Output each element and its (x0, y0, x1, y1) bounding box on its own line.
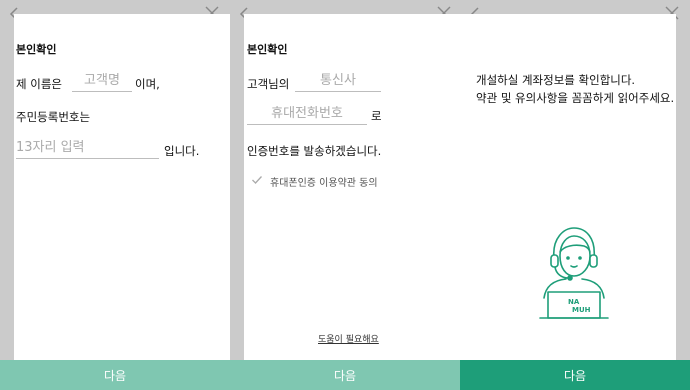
name-prefix-text: 제 이름은 (16, 77, 62, 91)
laptop-logo-bottom: MUH (572, 306, 591, 314)
page-title: 본인확인 (247, 43, 288, 56)
send-code-text: 인증번호를 발송하겠습니다. (247, 144, 382, 158)
headset-agent-illustration: NA MUH (539, 227, 609, 319)
next-button[interactable]: 다음 (230, 360, 460, 390)
next-button[interactable]: 다음 (0, 360, 230, 390)
laptop-logo-top: NA (568, 298, 580, 306)
content-sheet: 본인확인 고객님의 통신사 휴대전화번호 로 인증번호를 발송하겠습니다. 휴대… (244, 14, 460, 360)
page-title: 본인확인 (16, 43, 57, 56)
carrier-select[interactable]: 통신사 (295, 72, 381, 92)
name-suffix-text: 이며, (135, 77, 160, 91)
rrn-input[interactable]: 13자리 입력 (16, 139, 159, 159)
carrier-prefix-text: 고객님의 (247, 77, 290, 91)
next-button[interactable]: 다음 (460, 360, 690, 390)
info-line-2: 약관 및 유의사항을 꼼꼼하게 읽어주세요. (476, 91, 675, 105)
phone-suffix-text: 로 (371, 109, 382, 123)
consent-label[interactable]: 휴대폰인증 이용약관 동의 (270, 174, 378, 189)
checkmark-icon[interactable] (251, 174, 263, 186)
customer-name-input[interactable]: 고객명 (72, 72, 132, 92)
panel-identity-phone: 본인확인 고객님의 통신사 휴대전화번호 로 인증번호를 발송하겠습니다. 휴대… (230, 0, 460, 390)
panel-identity-rrn: 본인확인 제 이름은 고객명 이며, 주민등록번호는 13자리 입력 입니다. … (0, 0, 230, 390)
phone-number-input[interactable]: 휴대전화번호 (247, 105, 367, 125)
rrn-label: 주민등록번호는 (16, 110, 91, 124)
panel-account-info: 개설하실 계좌정보를 확인합니다. 약관 및 유의사항을 꼼꼼하게 읽어주세요. (460, 0, 690, 390)
content-sheet: 본인확인 제 이름은 고객명 이며, 주민등록번호는 13자리 입력 입니다. (14, 14, 230, 360)
rrn-suffix-text: 입니다. (164, 144, 200, 158)
content-sheet: 개설하실 계좌정보를 확인합니다. 약관 및 유의사항을 꼼꼼하게 읽어주세요. (460, 14, 676, 360)
info-line-1: 개설하실 계좌정보를 확인합니다. (476, 73, 636, 87)
help-link[interactable]: 도움이 필요해요 (318, 332, 379, 345)
